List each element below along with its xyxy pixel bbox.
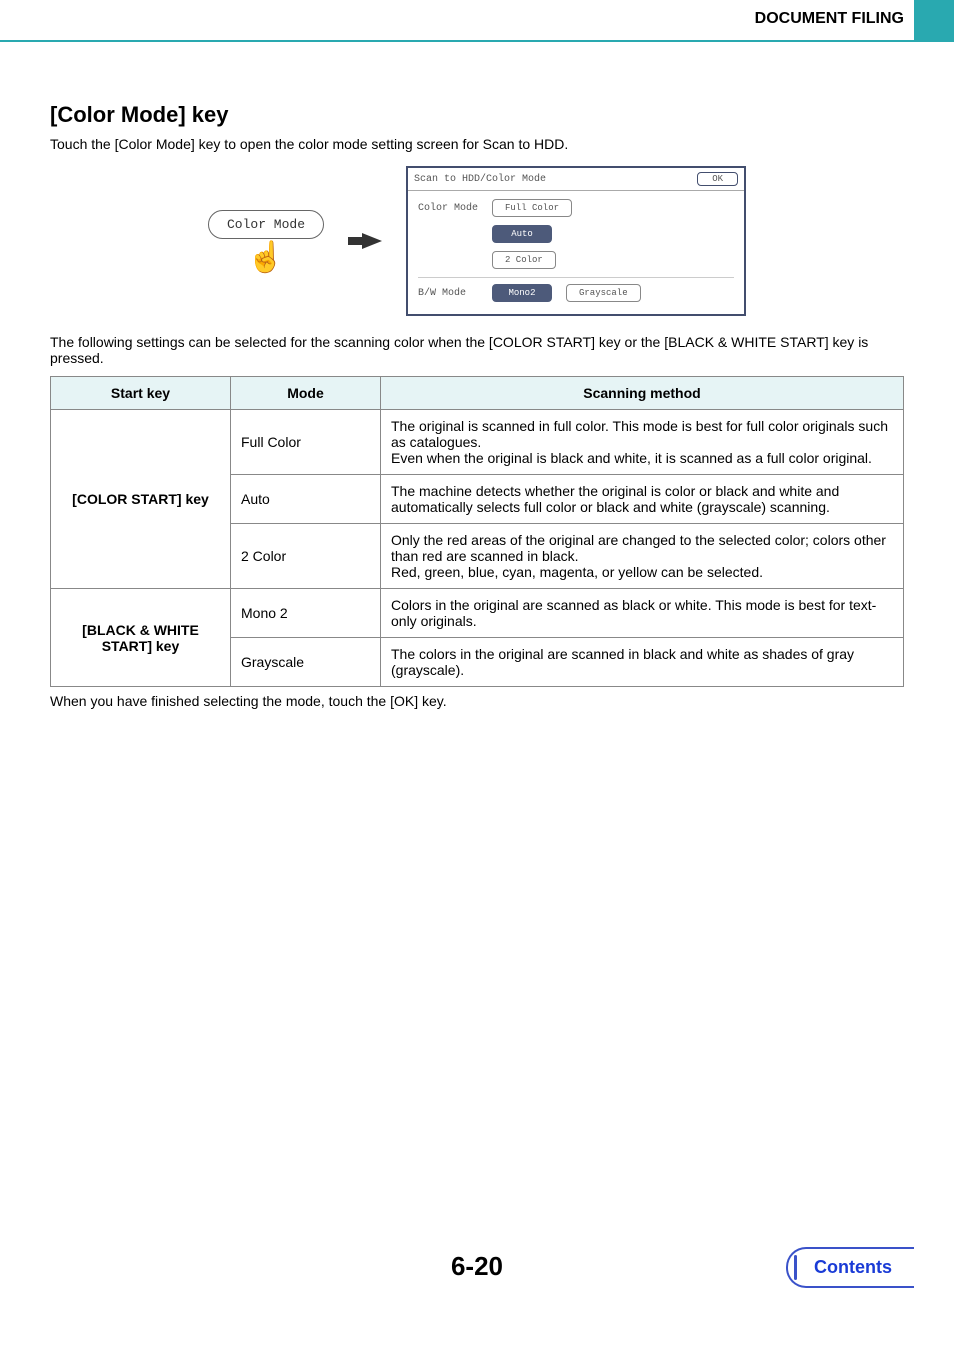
panel-bw-label: B/W Mode: [418, 288, 478, 299]
panel-color-label: Color Mode: [418, 203, 478, 214]
option-grayscale[interactable]: Grayscale: [566, 284, 641, 302]
cell-desc: Only the red areas of the original are c…: [381, 524, 904, 589]
color-mode-key[interactable]: Color Mode: [208, 210, 324, 239]
illustration-row: Color Mode ☝ Scan to HDD/Color Mode OK C…: [50, 166, 904, 316]
cell-desc: The original is scanned in full color. T…: [381, 410, 904, 475]
post-illustration-text: The following settings can be selected f…: [50, 334, 904, 366]
panel-title: Scan to HDD/Color Mode: [414, 174, 546, 185]
cell-mode: 2 Color: [231, 524, 381, 589]
cell-mode: Auto: [231, 475, 381, 524]
modes-table: Start key Mode Scanning method [COLOR ST…: [50, 376, 904, 687]
cell-color-start-key: [COLOR START] key: [51, 410, 231, 589]
table-row: [COLOR START] key Full Color The origina…: [51, 410, 904, 475]
cell-desc: The machine detects whether the original…: [381, 475, 904, 524]
table-row: [BLACK & WHITE START] key Mono 2 Colors …: [51, 589, 904, 638]
cell-mode: Grayscale: [231, 638, 381, 687]
cell-bw-start-key: [BLACK & WHITE START] key: [51, 589, 231, 687]
cell-desc: The colors in the original are scanned i…: [381, 638, 904, 687]
page-header: DOCUMENT FILING: [0, 0, 954, 42]
header-accent-box: [914, 0, 954, 40]
cell-mode: Mono 2: [231, 589, 381, 638]
cell-desc: Colors in the original are scanned as bl…: [381, 589, 904, 638]
key-with-hand: Color Mode ☝: [208, 210, 324, 273]
option-full-color[interactable]: Full Color: [492, 199, 572, 217]
th-start-key: Start key: [51, 377, 231, 410]
hand-pointer-icon: ☝: [247, 243, 284, 273]
closing-text: When you have finished selecting the mod…: [50, 693, 904, 709]
option-2-color[interactable]: 2 Color: [492, 251, 556, 269]
page-heading: [Color Mode] key: [50, 102, 904, 128]
table-header-row: Start key Mode Scanning method: [51, 377, 904, 410]
option-auto[interactable]: Auto: [492, 225, 552, 243]
th-mode: Mode: [231, 377, 381, 410]
contents-button[interactable]: Contents: [786, 1247, 914, 1288]
header-title: DOCUMENT FILING: [755, 10, 904, 28]
arrow-right-icon: [348, 233, 382, 249]
cell-mode: Full Color: [231, 410, 381, 475]
panel-divider: [418, 277, 734, 278]
th-scanning-method: Scanning method: [381, 377, 904, 410]
settings-panel: Scan to HDD/Color Mode OK Color Mode Ful…: [406, 166, 746, 316]
option-mono2[interactable]: Mono2: [492, 284, 552, 302]
intro-text: Touch the [Color Mode] key to open the c…: [50, 136, 904, 152]
ok-button[interactable]: OK: [697, 172, 738, 186]
